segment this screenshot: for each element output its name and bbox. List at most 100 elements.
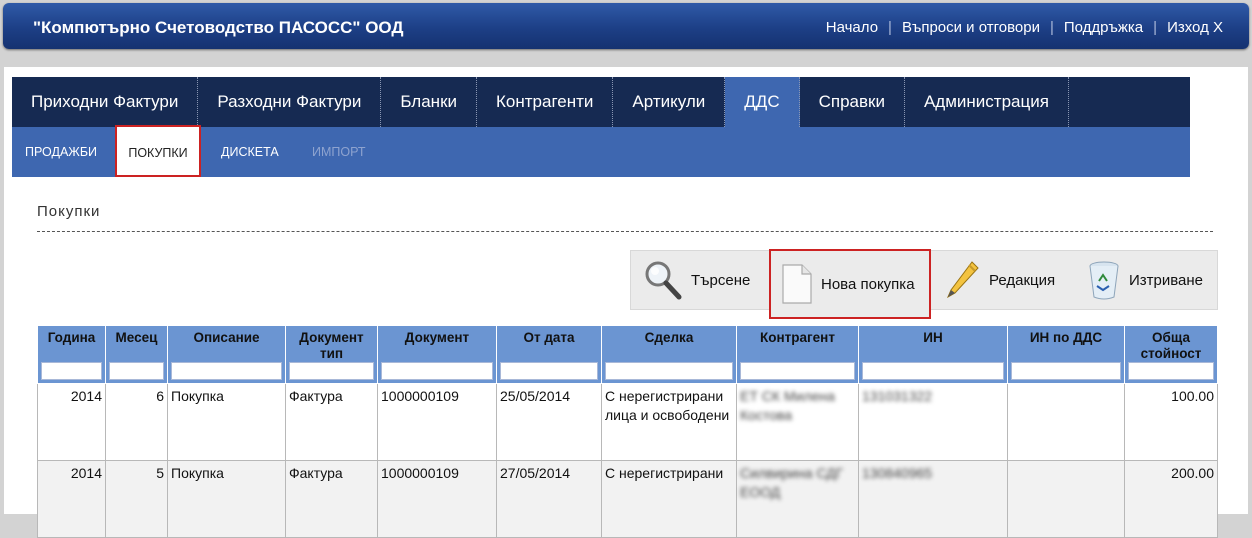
recycle-bin-icon (1089, 261, 1119, 300)
cell-deal: С нерегистрирани (601, 460, 737, 538)
cell-vat-id (1007, 383, 1125, 461)
subnav-sales[interactable]: ПРОДАЖБИ (25, 145, 97, 159)
page-title: Покупки (37, 203, 101, 220)
delete-button[interactable]: Изтриване (1087, 251, 1203, 309)
col-header-doc-type[interactable]: Документ тип (285, 325, 378, 384)
new-purchase-button[interactable]: Нова покупка (769, 249, 931, 319)
cell-doc-type: Фактура (285, 460, 378, 538)
cell-document: 1000000109 (377, 383, 497, 461)
cell-vat-id (1007, 460, 1125, 538)
link-separator: | (1153, 19, 1158, 36)
company-name: "Компютърно Счетоводство ПАСОСС" ООД (33, 18, 404, 37)
document-icon (782, 264, 812, 304)
cell-document: 1000000109 (377, 460, 497, 538)
search-label: Търсене (691, 271, 751, 289)
cell-description: Покупка (167, 460, 286, 538)
cell-year: 2014 (37, 460, 106, 538)
main-nav: Приходни Фактури Разходни Фактури Бланки… (12, 77, 1190, 127)
col-label: Сделка (644, 330, 694, 345)
filter-input[interactable] (1128, 362, 1214, 380)
col-label: Документ тип (299, 330, 364, 361)
top-links: Начало | Въпроси и отговори | Поддръжка … (826, 19, 1223, 36)
col-header-description[interactable]: Описание (167, 325, 286, 384)
link-separator: | (888, 19, 892, 36)
tab-expense-invoices[interactable]: Разходни Фактури (198, 77, 382, 127)
cell-month: 5 (105, 460, 168, 538)
cell-date: 25/05/2014 (496, 383, 602, 461)
cell-deal: С нерегистрирани лица и освободени (601, 383, 737, 461)
edit-label: Редакция (989, 271, 1056, 289)
edit-button[interactable]: Редакция (945, 251, 1055, 309)
contractor-name: Силвирина СДГ ЕООД (740, 465, 844, 500)
filter-input[interactable] (41, 362, 102, 380)
col-header-month[interactable]: Месец (105, 325, 168, 384)
col-header-id[interactable]: ИН (858, 325, 1008, 384)
table-row[interactable]: 2014 5 Покупка Фактура 1000000109 27/05/… (37, 460, 1218, 538)
title-divider (37, 231, 1213, 232)
col-header-contractor[interactable]: Контрагент (736, 325, 859, 384)
purchases-table: Година Месец Описание Документ тип Докум… (37, 325, 1218, 538)
top-header: "Компютърно Счетоводство ПАСОСС" ООД Нач… (3, 3, 1249, 49)
col-header-total[interactable]: Обща стойност (1124, 325, 1218, 384)
cell-total: 200.00 (1124, 460, 1218, 538)
link-home[interactable]: Начало (826, 19, 878, 36)
delete-label: Изтриване (1129, 271, 1204, 289)
col-header-year[interactable]: Година (37, 325, 106, 384)
magnifier-icon (645, 261, 682, 300)
filter-input[interactable] (1011, 362, 1121, 380)
page-content: Приходни Фактури Разходни Фактури Бланки… (4, 67, 1248, 538)
cell-month: 6 (105, 383, 168, 461)
col-header-date[interactable]: От дата (496, 325, 602, 384)
col-label: Година (47, 330, 96, 345)
cell-id: 130840965 (858, 460, 1008, 538)
col-label: Контрагент (760, 330, 835, 345)
tab-contractors[interactable]: Контрагенти (477, 77, 614, 127)
filter-input[interactable] (289, 362, 374, 380)
tab-income-invoices[interactable]: Приходни Фактури (12, 77, 199, 127)
tab-administration[interactable]: Администрация (905, 77, 1069, 127)
col-label: Описание (193, 330, 260, 345)
tab-vat[interactable]: ДДС (725, 77, 800, 127)
cell-contractor: Силвирина СДГ ЕООД (736, 460, 859, 538)
search-button[interactable]: Търсене (643, 251, 750, 309)
col-header-document[interactable]: Документ (377, 325, 497, 384)
tab-articles[interactable]: Артикули (613, 77, 726, 127)
link-faq[interactable]: Въпроси и отговори (902, 19, 1040, 36)
id-value: 130840965 (862, 465, 933, 481)
link-separator: | (1049, 19, 1054, 36)
filter-input[interactable] (500, 362, 598, 380)
col-label: От дата (523, 330, 575, 345)
subnav-purchases[interactable]: ПОКУПКИ (115, 125, 201, 177)
col-label: ИН (923, 330, 943, 345)
filter-input[interactable] (862, 362, 1004, 380)
pencil-icon (946, 261, 979, 299)
table-header-row: Година Месец Описание Документ тип Докум… (37, 325, 1218, 384)
link-support[interactable]: Поддръжка (1064, 19, 1143, 36)
cell-contractor: ЕТ СК Милена Костова (736, 383, 859, 461)
new-purchase-label: Нова покупка (821, 275, 915, 293)
filter-input[interactable] (740, 362, 855, 380)
sub-nav: ПРОДАЖБИ ПОКУПКИ ДИСКЕТА ИМПОРТ (12, 125, 1190, 177)
tab-reports[interactable]: Справки (800, 77, 905, 127)
cell-doc-type: Фактура (285, 383, 378, 461)
subnav-import: ИМПОРТ (312, 145, 366, 159)
col-label: Обща стойност (1140, 330, 1202, 361)
toolbar: Търсене Нова покупка Редакция Изтриване (630, 249, 1218, 319)
col-label: Месец (115, 330, 158, 345)
tab-forms[interactable]: Бланки (381, 77, 478, 127)
subnav-diskette[interactable]: ДИСКЕТА (221, 145, 279, 159)
cell-id: 131031322 (858, 383, 1008, 461)
col-label: Документ (404, 330, 470, 345)
filter-input[interactable] (605, 362, 733, 380)
filter-input[interactable] (109, 362, 164, 380)
id-value: 131031322 (862, 388, 933, 404)
filter-input[interactable] (171, 362, 282, 380)
table-row[interactable]: 2014 6 Покупка Фактура 1000000109 25/05/… (37, 383, 1218, 461)
filter-input[interactable] (381, 362, 493, 380)
cell-year: 2014 (37, 383, 106, 461)
col-header-vat-id[interactable]: ИН по ДДС (1007, 325, 1125, 384)
col-header-deal[interactable]: Сделка (601, 325, 737, 384)
link-logout[interactable]: Изход X (1167, 19, 1223, 36)
contractor-name: ЕТ СК Милена Костова (740, 388, 835, 423)
cell-total: 100.00 (1124, 383, 1218, 461)
